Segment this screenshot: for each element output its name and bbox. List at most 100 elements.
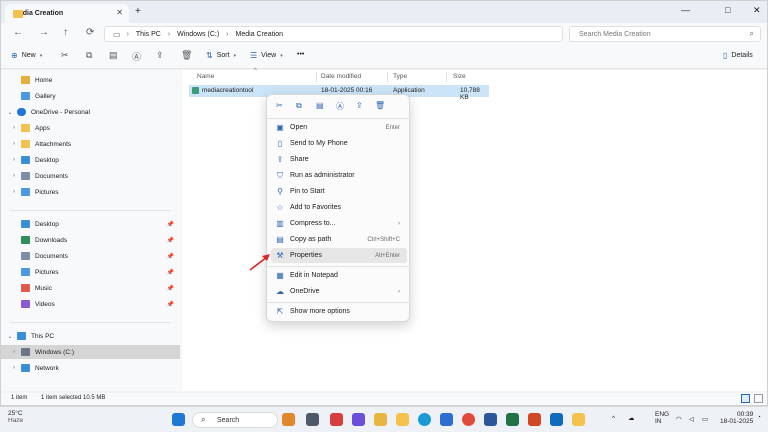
sidebar-item-gallery[interactable]: Gallery: [1, 89, 180, 103]
menu-item-compress[interactable]: ▥ Compress to... ›: [271, 216, 407, 231]
copy-icon[interactable]: ⧉: [86, 50, 92, 61]
sidebar-item-downloads[interactable]: Downloads 📌: [1, 233, 180, 247]
outlook-icon[interactable]: [550, 413, 563, 426]
sidebar-item-network[interactable]: › Network: [1, 361, 180, 375]
sidebar-item-windows-c[interactable]: › Windows (C:): [1, 345, 180, 359]
menu-item-show-more-options[interactable]: ⇱ Show more options: [271, 304, 407, 319]
column-header-size[interactable]: Size: [453, 73, 466, 80]
task-view-icon[interactable]: [306, 413, 319, 426]
search-input[interactable]: Search Media Creation ⌕: [569, 26, 761, 42]
weather-widget[interactable]: 25°C Haze: [8, 410, 23, 424]
menu-item-run-as-admin[interactable]: ⛉ Run as administrator: [271, 168, 407, 183]
sidebar-item-home[interactable]: Home: [1, 73, 180, 87]
details-button[interactable]: ▯ Details: [723, 51, 753, 60]
view-button[interactable]: ☰ View ▾: [250, 51, 283, 60]
teams-icon[interactable]: [352, 413, 365, 426]
paste-icon[interactable]: ▤: [109, 50, 118, 61]
app-icon[interactable]: [330, 413, 343, 426]
refresh-icon[interactable]: ⟳: [86, 27, 94, 38]
pin-icon[interactable]: 📌: [167, 221, 174, 228]
share-icon[interactable]: ⇪: [156, 50, 164, 61]
minimize-button[interactable]: —: [681, 5, 690, 15]
edge-icon[interactable]: [418, 413, 431, 426]
sidebar-item-onedrive-pictures[interactable]: › Pictures: [1, 185, 180, 199]
cloud-icon[interactable]: ☁: [628, 414, 635, 422]
pin-icon[interactable]: 📌: [167, 237, 174, 244]
sidebar-item-music[interactable]: Music 📌: [1, 281, 180, 295]
taskbar-search[interactable]: ⌕ Search: [192, 412, 278, 428]
language-indicator[interactable]: ENG IN: [655, 411, 669, 425]
menu-item-send-to-phone[interactable]: ▯ Send to My Phone: [271, 136, 407, 151]
menu-item-copy-as-path[interactable]: ▤ Copy as path Ctrl+Shift+C: [271, 232, 407, 247]
details-view-icon[interactable]: [741, 394, 750, 403]
column-header-name[interactable]: Name: [197, 73, 214, 80]
menu-item-onedrive[interactable]: ☁ OneDrive ›: [271, 284, 407, 299]
pin-icon[interactable]: 📌: [167, 269, 174, 276]
sidebar-item-onedrive-desktop[interactable]: › Desktop: [1, 153, 180, 167]
sidebar-item-documents[interactable]: Documents 📌: [1, 249, 180, 263]
pin-icon[interactable]: 📌: [167, 285, 174, 292]
widget-app-icon[interactable]: [282, 413, 295, 426]
clock[interactable]: 00:39 18-01-2025: [720, 411, 753, 425]
volume-icon[interactable]: ◁: [689, 415, 694, 423]
sidebar-item-apps[interactable]: › Apps: [1, 121, 180, 135]
new-button[interactable]: ⊕ New ▾: [11, 51, 42, 60]
notification-icon[interactable]: ◔: [757, 414, 761, 421]
chevron-right-icon[interactable]: ›: [9, 125, 19, 131]
column-header-type[interactable]: Type: [393, 73, 407, 80]
pin-icon[interactable]: 📌: [167, 301, 174, 308]
powerpoint-icon[interactable]: [528, 413, 541, 426]
menu-item-edit-in-notepad[interactable]: ▦ Edit in Notepad: [271, 268, 407, 283]
sidebar-item-videos[interactable]: Videos 📌: [1, 297, 180, 311]
sidebar-item-onedrive-documents[interactable]: › Documents: [1, 169, 180, 183]
file-explorer-icon[interactable]: [396, 413, 409, 426]
rename-icon[interactable]: Ⓐ: [336, 101, 344, 112]
wifi-icon[interactable]: ◠: [676, 415, 682, 423]
cut-icon[interactable]: ✂: [61, 50, 69, 61]
menu-item-open[interactable]: ▣ Open Enter: [271, 120, 407, 135]
column-header-date[interactable]: Date modified: [321, 73, 361, 80]
menu-item-add-to-favorites[interactable]: ☆ Add to Favorites: [271, 200, 407, 215]
menu-item-share[interactable]: ⇪ Share: [271, 152, 407, 167]
close-button[interactable]: ✕: [753, 5, 761, 16]
breadcrumb-this-pc[interactable]: This PC: [136, 31, 161, 38]
start-button-icon[interactable]: [172, 413, 185, 426]
rename-icon[interactable]: Ⓐ: [132, 50, 141, 63]
chrome-icon[interactable]: [462, 413, 475, 426]
delete-icon[interactable]: 🗑: [375, 101, 385, 110]
chevron-up-icon[interactable]: ^: [612, 415, 615, 422]
more-options-button[interactable]: •••: [297, 51, 304, 58]
tab-media-creation[interactable]: Media Creation ✕: [5, 4, 129, 23]
sidebar-item-onedrive[interactable]: ⌄ OneDrive - Personal: [1, 105, 180, 119]
up-arrow-icon[interactable]: ↑: [63, 27, 68, 38]
chevron-right-icon[interactable]: ›: [9, 173, 19, 179]
delete-icon[interactable]: 🗑: [181, 50, 192, 61]
folder-icon[interactable]: [572, 413, 585, 426]
address-bar[interactable]: ▭ › This PC › Windows (C:) › Media Creat…: [104, 26, 563, 42]
sidebar-item-this-pc[interactable]: ⌄ This PC: [1, 329, 180, 343]
chevron-right-icon[interactable]: ›: [9, 365, 19, 371]
forward-arrow-icon[interactable]: →: [39, 27, 49, 38]
word-icon[interactable]: [484, 413, 497, 426]
menu-item-pin-to-start[interactable]: ⚲ Pin to Start: [271, 184, 407, 199]
chevron-right-icon[interactable]: ›: [9, 349, 19, 355]
copy-icon[interactable]: ⧉: [296, 101, 302, 111]
sidebar-item-desktop[interactable]: Desktop 📌: [1, 217, 180, 231]
tiles-view-icon[interactable]: [754, 394, 763, 403]
breadcrumb-media-creation[interactable]: Media Creation: [236, 31, 283, 38]
chevron-down-icon[interactable]: ⌄: [5, 333, 15, 340]
sidebar-item-pictures[interactable]: Pictures 📌: [1, 265, 180, 279]
cut-icon[interactable]: ✂: [276, 101, 283, 110]
battery-icon[interactable]: ▭: [702, 415, 708, 423]
breadcrumb-windows-c[interactable]: Windows (C:): [177, 31, 219, 38]
paste-icon[interactable]: ▤: [316, 101, 324, 110]
chevron-right-icon[interactable]: ›: [9, 189, 19, 195]
chevron-right-icon[interactable]: ›: [9, 141, 19, 147]
menu-item-properties[interactable]: ⚒ Properties Alt+Enter: [271, 248, 407, 263]
pin-icon[interactable]: 📌: [167, 253, 174, 260]
copilot-icon[interactable]: [374, 413, 387, 426]
sort-button[interactable]: ⇅ Sort ▾: [206, 51, 236, 60]
chevron-down-icon[interactable]: ⌄: [5, 109, 15, 116]
back-arrow-icon[interactable]: ←: [13, 27, 23, 38]
excel-icon[interactable]: [506, 413, 519, 426]
